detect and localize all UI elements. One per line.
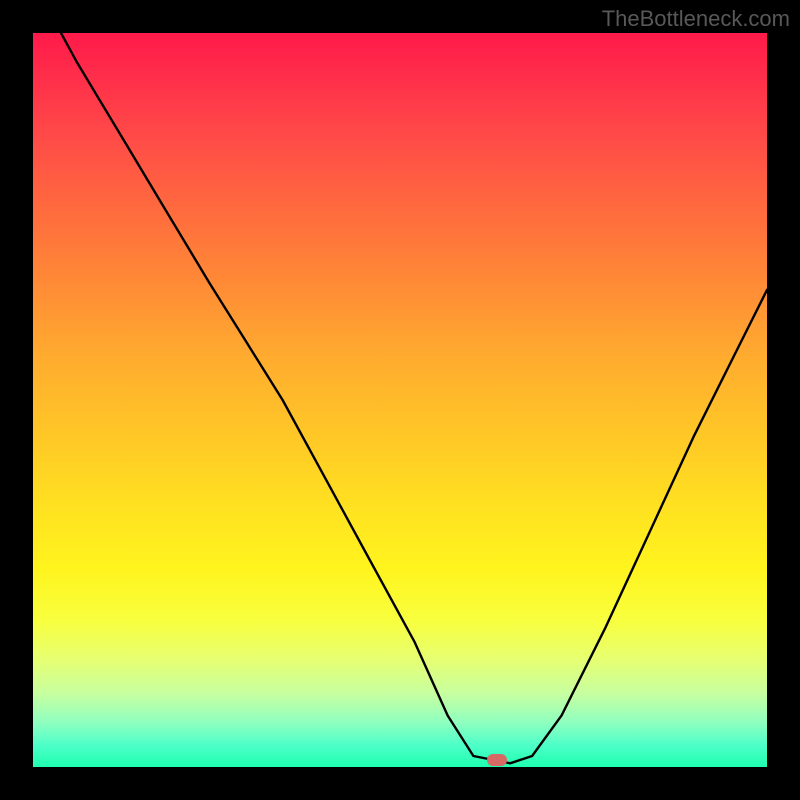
plot-area bbox=[33, 33, 767, 767]
optimal-point-marker bbox=[487, 754, 507, 766]
watermark-text: TheBottleneck.com bbox=[602, 6, 790, 32]
bottleneck-curve bbox=[33, 33, 767, 767]
